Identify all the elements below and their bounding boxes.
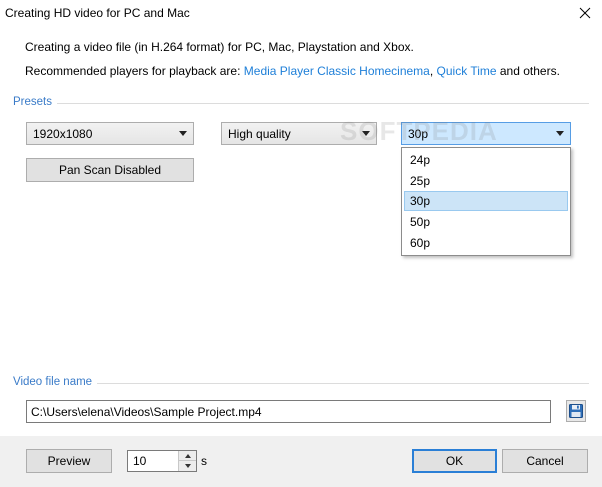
arrow-up-icon: [184, 453, 191, 458]
framerate-option[interactable]: 24p: [404, 150, 568, 170]
spin-down-button[interactable]: [179, 461, 196, 471]
preview-button[interactable]: Preview: [26, 449, 112, 473]
framerate-option[interactable]: 25p: [404, 171, 568, 191]
chevron-down-icon: [556, 131, 564, 136]
resolution-value: 1920x1080: [33, 127, 93, 141]
recommended-players-text: Recommended players for playback are: Me…: [25, 64, 560, 78]
spin-up-button[interactable]: [179, 451, 196, 461]
framerate-dropdown-list: 24p 25p 30p 50p 60p: [401, 147, 571, 256]
duration-unit-label: s: [201, 454, 207, 468]
quality-value: High quality: [228, 127, 291, 141]
title-bar: Creating HD video for PC and Mac: [0, 0, 602, 28]
recommended-prefix: Recommended players for playback are:: [25, 64, 244, 78]
framerate-select[interactable]: 30p: [401, 122, 571, 145]
presets-group-label: Presets: [13, 96, 52, 108]
framerate-value: 30p: [408, 127, 429, 141]
link-quick-time[interactable]: Quick Time: [437, 64, 497, 78]
framerate-option[interactable]: 60p: [404, 233, 568, 253]
chevron-down-icon: [362, 131, 370, 136]
framerate-option-selected[interactable]: 30p: [404, 191, 568, 211]
ok-button[interactable]: OK: [412, 449, 497, 473]
video-file-group-label: Video file name: [13, 376, 93, 388]
resolution-select[interactable]: 1920x1080: [26, 122, 194, 145]
duration-value: 10: [133, 454, 147, 468]
presets-divider: [57, 103, 589, 104]
spin-buttons: [178, 451, 196, 471]
window-title: Creating HD video for PC and Mac: [5, 6, 190, 20]
framerate-option[interactable]: 50p: [404, 212, 568, 232]
arrow-down-icon: [184, 464, 191, 468]
floppy-disk-icon: [569, 404, 583, 418]
description-text: Creating a video file (in H.264 format) …: [25, 40, 414, 54]
recommended-suffix: and others.: [496, 64, 560, 78]
video-file-divider: [97, 383, 589, 384]
close-button[interactable]: [572, 2, 598, 24]
browse-save-button[interactable]: [566, 400, 586, 422]
link-media-player-classic[interactable]: Media Player Classic Homecinema: [244, 64, 430, 78]
close-icon: [579, 7, 591, 19]
quality-select[interactable]: High quality: [221, 122, 377, 145]
duration-spinbox[interactable]: 10: [127, 450, 197, 472]
video-file-path-input[interactable]: C:\Users\elena\Videos\Sample Project.mp4: [26, 400, 551, 423]
cancel-button[interactable]: Cancel: [502, 449, 588, 473]
link-separator: ,: [429, 64, 437, 78]
pan-scan-button[interactable]: Pan Scan Disabled: [26, 158, 194, 182]
chevron-down-icon: [179, 131, 187, 136]
